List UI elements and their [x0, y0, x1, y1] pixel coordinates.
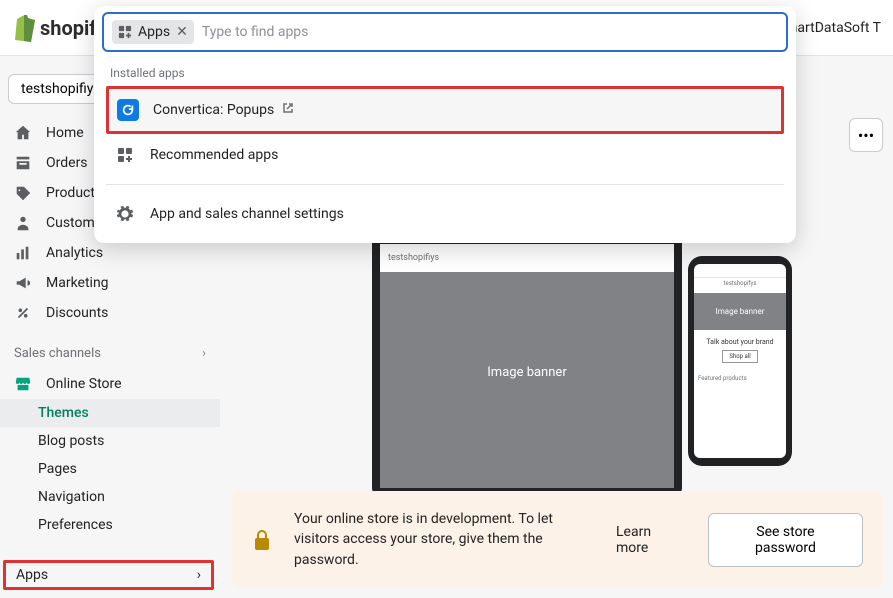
- sidebar-item-label: Discounts: [46, 305, 108, 321]
- more-actions-button[interactable]: •••: [849, 118, 883, 152]
- discounts-icon: [14, 304, 32, 322]
- desktop-preview: testshopifiys Image banner: [372, 236, 682, 496]
- recommended-apps-label: Recommended apps: [150, 147, 278, 163]
- lock-icon: [252, 528, 272, 552]
- phone-banner-text: Image banner: [694, 293, 786, 330]
- development-banner: Your online store is in development. To …: [232, 491, 883, 588]
- sidebar-item-label: Online Store: [46, 376, 122, 392]
- see-store-password-button[interactable]: See store password: [708, 513, 863, 567]
- preview-banner-text: Image banner: [487, 365, 566, 380]
- shopify-bag-icon: [12, 14, 36, 42]
- shopify-logo[interactable]: shopify: [12, 14, 107, 42]
- learn-more-link[interactable]: Learn more: [616, 524, 686, 556]
- sidebar-item-online-store[interactable]: Online Store: [0, 369, 220, 399]
- mobile-preview: testshopifys Image banner Talk about you…: [688, 256, 792, 466]
- sidebar-item-label: Home: [46, 125, 84, 141]
- dev-banner-message: Your online store is in development. To …: [294, 509, 594, 570]
- sidebar-subitem-blog[interactable]: Blog posts: [0, 427, 220, 455]
- preview-store-title: testshopifiys: [380, 244, 674, 272]
- apps-label: Apps: [16, 567, 48, 583]
- sidebar-item-label: Orders: [46, 155, 88, 171]
- apps-search-input[interactable]: [202, 24, 778, 40]
- apps-filter-chip[interactable]: Apps ✕: [112, 20, 194, 44]
- apps-grid-icon: [114, 144, 136, 166]
- sidebar-item-apps[interactable]: Apps ›: [3, 560, 214, 590]
- apps-search-field[interactable]: Apps ✕: [102, 12, 788, 52]
- phone-store-title: testshopifys: [694, 278, 786, 289]
- sidebar-item-marketing[interactable]: Marketing: [0, 268, 220, 298]
- recommended-apps-item[interactable]: Recommended apps: [106, 134, 784, 176]
- chip-label: Apps: [138, 24, 170, 40]
- app-settings-label: App and sales channel settings: [150, 206, 344, 222]
- chevron-right-icon: ›: [202, 346, 206, 361]
- sidebar-subitem-navigation[interactable]: Navigation: [0, 483, 220, 511]
- analytics-icon: [14, 244, 32, 262]
- installed-apps-label: Installed apps: [106, 62, 784, 86]
- chevron-right-icon: ›: [197, 567, 201, 583]
- store-icon: [14, 375, 32, 393]
- dots-icon: •••: [858, 126, 874, 145]
- sidebar-subitem-preferences[interactable]: Preferences: [0, 511, 220, 539]
- clear-chip-icon[interactable]: ✕: [176, 25, 188, 39]
- products-icon: [14, 184, 32, 202]
- apps-grid-icon: [118, 25, 132, 39]
- external-link-icon: [282, 102, 294, 118]
- orders-icon: [14, 154, 32, 172]
- phone-talk-text: Talk about your brand: [700, 338, 780, 346]
- sidebar-item-label: Analytics: [46, 245, 103, 261]
- divider: [106, 184, 784, 185]
- home-icon: [14, 124, 32, 142]
- app-name: Convertica: Popups: [153, 102, 274, 118]
- sidebar-item-label: Marketing: [46, 275, 109, 291]
- phone-shop-button: Shop all: [722, 350, 757, 363]
- installed-app-convertica[interactable]: Convertica: Popups: [106, 86, 784, 134]
- apps-search-popover: Apps ✕ Installed apps Convertica: Popups…: [94, 6, 796, 243]
- phone-featured-label: Featured products: [694, 371, 786, 386]
- sales-channels-header[interactable]: Sales channels ›: [0, 338, 220, 369]
- app-settings-item[interactable]: App and sales channel settings: [106, 193, 784, 235]
- gear-icon: [114, 203, 136, 225]
- sidebar-subitem-pages[interactable]: Pages: [0, 455, 220, 483]
- sidebar-item-discounts[interactable]: Discounts: [0, 298, 220, 328]
- sidebar-subitem-themes[interactable]: Themes: [0, 399, 220, 427]
- customers-icon: [14, 214, 32, 232]
- sales-channels-label: Sales channels: [14, 346, 101, 361]
- convertica-app-icon: [117, 99, 139, 121]
- marketing-icon: [14, 274, 32, 292]
